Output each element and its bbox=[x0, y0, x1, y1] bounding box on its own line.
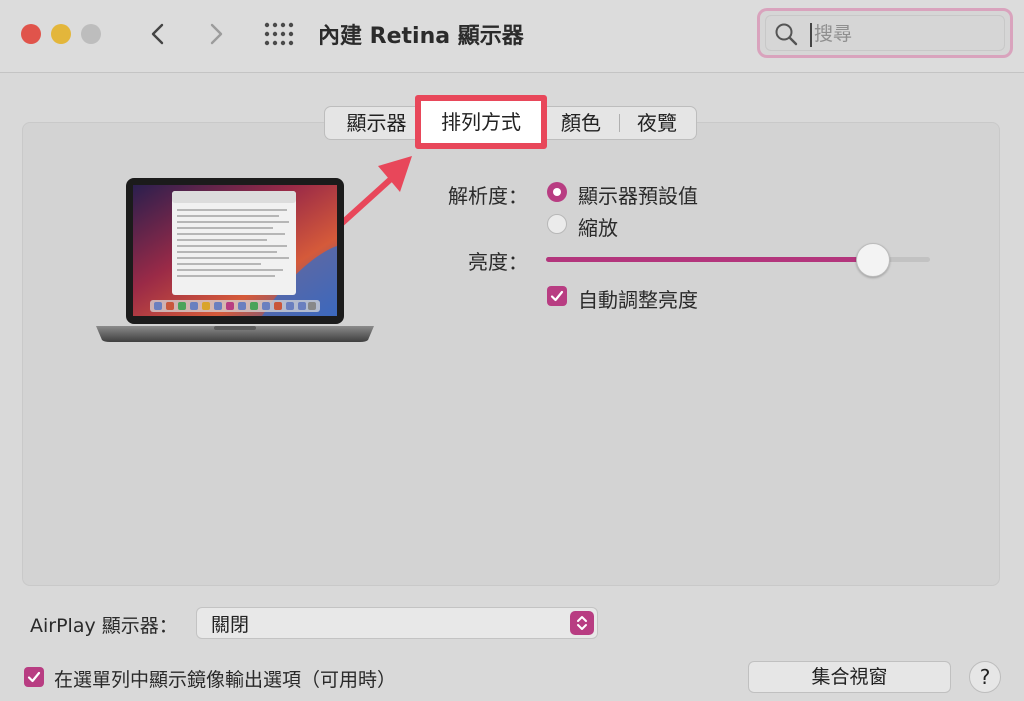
zoom-window-button[interactable] bbox=[81, 24, 101, 44]
tab-color[interactable]: 顏色 bbox=[543, 107, 619, 139]
auto-brightness-checkbox[interactable] bbox=[547, 286, 567, 306]
mirror-options-label[interactable]: 在選單列中顯示鏡像輸出選項（可用時） bbox=[54, 665, 396, 692]
radio-default-resolution-label[interactable]: 顯示器預設值 bbox=[578, 180, 698, 209]
search-input[interactable] bbox=[814, 21, 994, 47]
minimize-window-button[interactable] bbox=[51, 24, 71, 44]
text-cursor bbox=[810, 23, 812, 47]
airplay-label: AirPlay 顯示器： bbox=[30, 615, 178, 637]
tab-display[interactable]: 顯示器 bbox=[329, 107, 424, 139]
close-window-button[interactable] bbox=[21, 24, 41, 44]
title-bar: 內建 Retina 顯示器 bbox=[0, 0, 1024, 73]
laptop-display-image bbox=[96, 178, 374, 342]
mirror-options-checkbox[interactable] bbox=[24, 667, 44, 687]
radio-scaled-label[interactable]: 縮放 bbox=[578, 212, 618, 241]
tab-arrangement[interactable]: 排列方式 bbox=[415, 95, 547, 149]
brightness-slider[interactable] bbox=[546, 243, 930, 277]
radio-scaled[interactable] bbox=[547, 214, 567, 234]
brightness-label: 亮度： bbox=[468, 250, 528, 274]
chevron-left-icon[interactable] bbox=[144, 20, 172, 48]
tab-night-shift[interactable]: 夜覽 bbox=[619, 107, 695, 139]
updown-chevron-icon bbox=[570, 611, 594, 635]
auto-brightness-label[interactable]: 自動調整亮度 bbox=[578, 284, 698, 313]
brightness-slider-fill bbox=[546, 257, 873, 262]
radio-default-resolution[interactable] bbox=[547, 182, 567, 202]
window-title: 內建 Retina 顯示器 bbox=[318, 24, 524, 49]
search-field[interactable] bbox=[757, 8, 1013, 58]
airplay-select[interactable]: 關閉 bbox=[196, 607, 598, 639]
chevron-right-icon[interactable] bbox=[202, 20, 230, 48]
airplay-select-value: 關閉 bbox=[211, 614, 250, 636]
help-button[interactable]: ? bbox=[969, 661, 1001, 693]
search-icon bbox=[774, 22, 798, 46]
show-all-grid-icon[interactable] bbox=[264, 22, 294, 46]
resolution-label: 解析度： bbox=[448, 184, 528, 208]
gather-windows-button[interactable]: 集合視窗 bbox=[748, 661, 951, 693]
